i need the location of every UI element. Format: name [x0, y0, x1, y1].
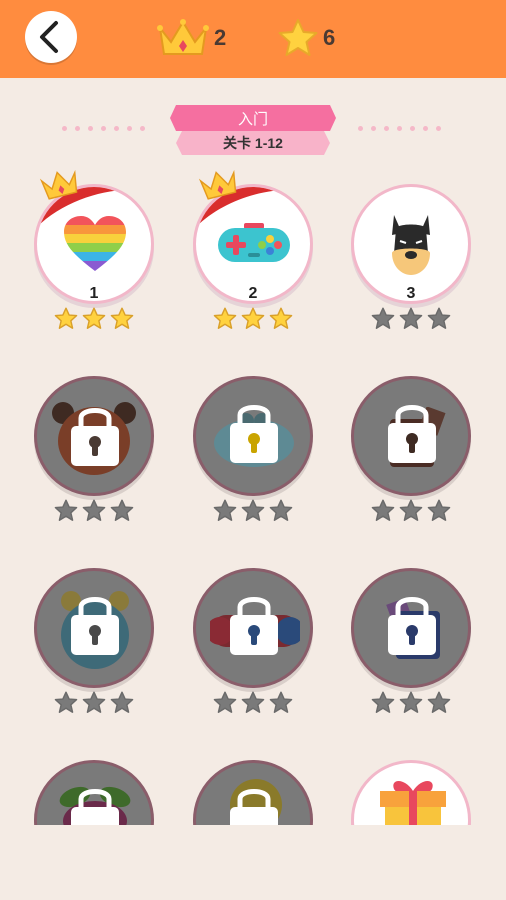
section-banner: 入门 关卡 1-12 — [170, 105, 336, 155]
star-icon — [82, 691, 106, 713]
lock-icon — [388, 405, 436, 463]
star-icon — [54, 499, 78, 521]
banner-dots-right — [358, 126, 441, 131]
star-icon — [399, 499, 423, 521]
level-number: 1 — [89, 285, 99, 302]
star-icon — [399, 691, 423, 713]
level-3[interactable]: 3 — [351, 155, 475, 329]
star-icon — [278, 19, 318, 56]
star-icon — [399, 307, 423, 329]
star-icon — [110, 307, 134, 329]
level-6[interactable] — [351, 347, 475, 521]
rainbow-heart-icon — [64, 216, 126, 271]
level-stars — [213, 499, 293, 522]
level-stars — [371, 499, 451, 522]
star-icon — [54, 307, 78, 329]
level-2[interactable]: 2 — [193, 155, 317, 329]
banner-dots-left — [62, 126, 145, 131]
star-icon — [371, 691, 395, 713]
level-4[interactable] — [34, 347, 158, 521]
level-stars — [371, 691, 451, 714]
level-stars — [213, 691, 293, 714]
level-10[interactable] — [34, 731, 158, 825]
lock-icon — [230, 789, 278, 825]
lock-icon — [230, 405, 278, 463]
gift-icon — [380, 781, 446, 825]
star-icon — [110, 499, 134, 521]
dog-icon — [392, 215, 430, 275]
level-number: 2 — [248, 285, 258, 302]
star-icon — [269, 307, 293, 329]
level-9[interactable] — [351, 539, 475, 713]
star-icon — [213, 307, 237, 329]
back-button[interactable] — [25, 11, 77, 63]
section-title: 入门 — [237, 110, 268, 128]
star-icon — [110, 691, 134, 713]
star-icon — [82, 307, 106, 329]
star-icon — [241, 691, 265, 713]
star-icon — [371, 307, 395, 329]
crown-icon — [157, 19, 209, 55]
star-icon — [269, 691, 293, 713]
lock-icon — [388, 597, 436, 655]
level-stars — [54, 691, 134, 714]
star-icon — [427, 499, 451, 521]
level-stars — [371, 307, 451, 330]
star-icon — [427, 691, 451, 713]
level-7[interactable] — [34, 539, 158, 713]
star-icon — [427, 307, 451, 329]
star-icon — [241, 307, 265, 329]
stars-counter: 6 — [277, 18, 335, 58]
crowns-counter: 2 — [156, 18, 226, 58]
level-12-reward[interactable] — [351, 731, 475, 825]
star-icon — [269, 499, 293, 521]
level-8[interactable] — [193, 539, 317, 713]
lock-icon — [71, 597, 119, 655]
level-grid: 1 2 3 — [0, 155, 506, 825]
lock-icon — [71, 789, 119, 825]
level-11[interactable] — [193, 731, 317, 825]
gamepad-icon — [218, 223, 290, 262]
level-stars — [213, 307, 293, 330]
lock-icon — [71, 408, 119, 466]
star-icon — [371, 499, 395, 521]
level-number: 3 — [406, 285, 416, 302]
lock-icon — [230, 597, 278, 655]
star-icon — [213, 499, 237, 521]
level-1[interactable]: 1 — [34, 155, 158, 329]
chevron-left-icon — [40, 21, 58, 53]
star-icon — [54, 691, 78, 713]
level-circle — [351, 760, 471, 825]
star-icon — [213, 691, 237, 713]
level-5[interactable] — [193, 347, 317, 521]
top-bar: 2 6 — [0, 0, 506, 78]
star-icon — [82, 499, 106, 521]
level-stars — [54, 307, 134, 330]
section-subtitle: 关卡 1-12 — [223, 135, 283, 151]
stars-count: 6 — [323, 25, 336, 50]
crowns-count: 2 — [214, 25, 227, 50]
star-icon — [241, 499, 265, 521]
level-stars — [54, 499, 134, 522]
